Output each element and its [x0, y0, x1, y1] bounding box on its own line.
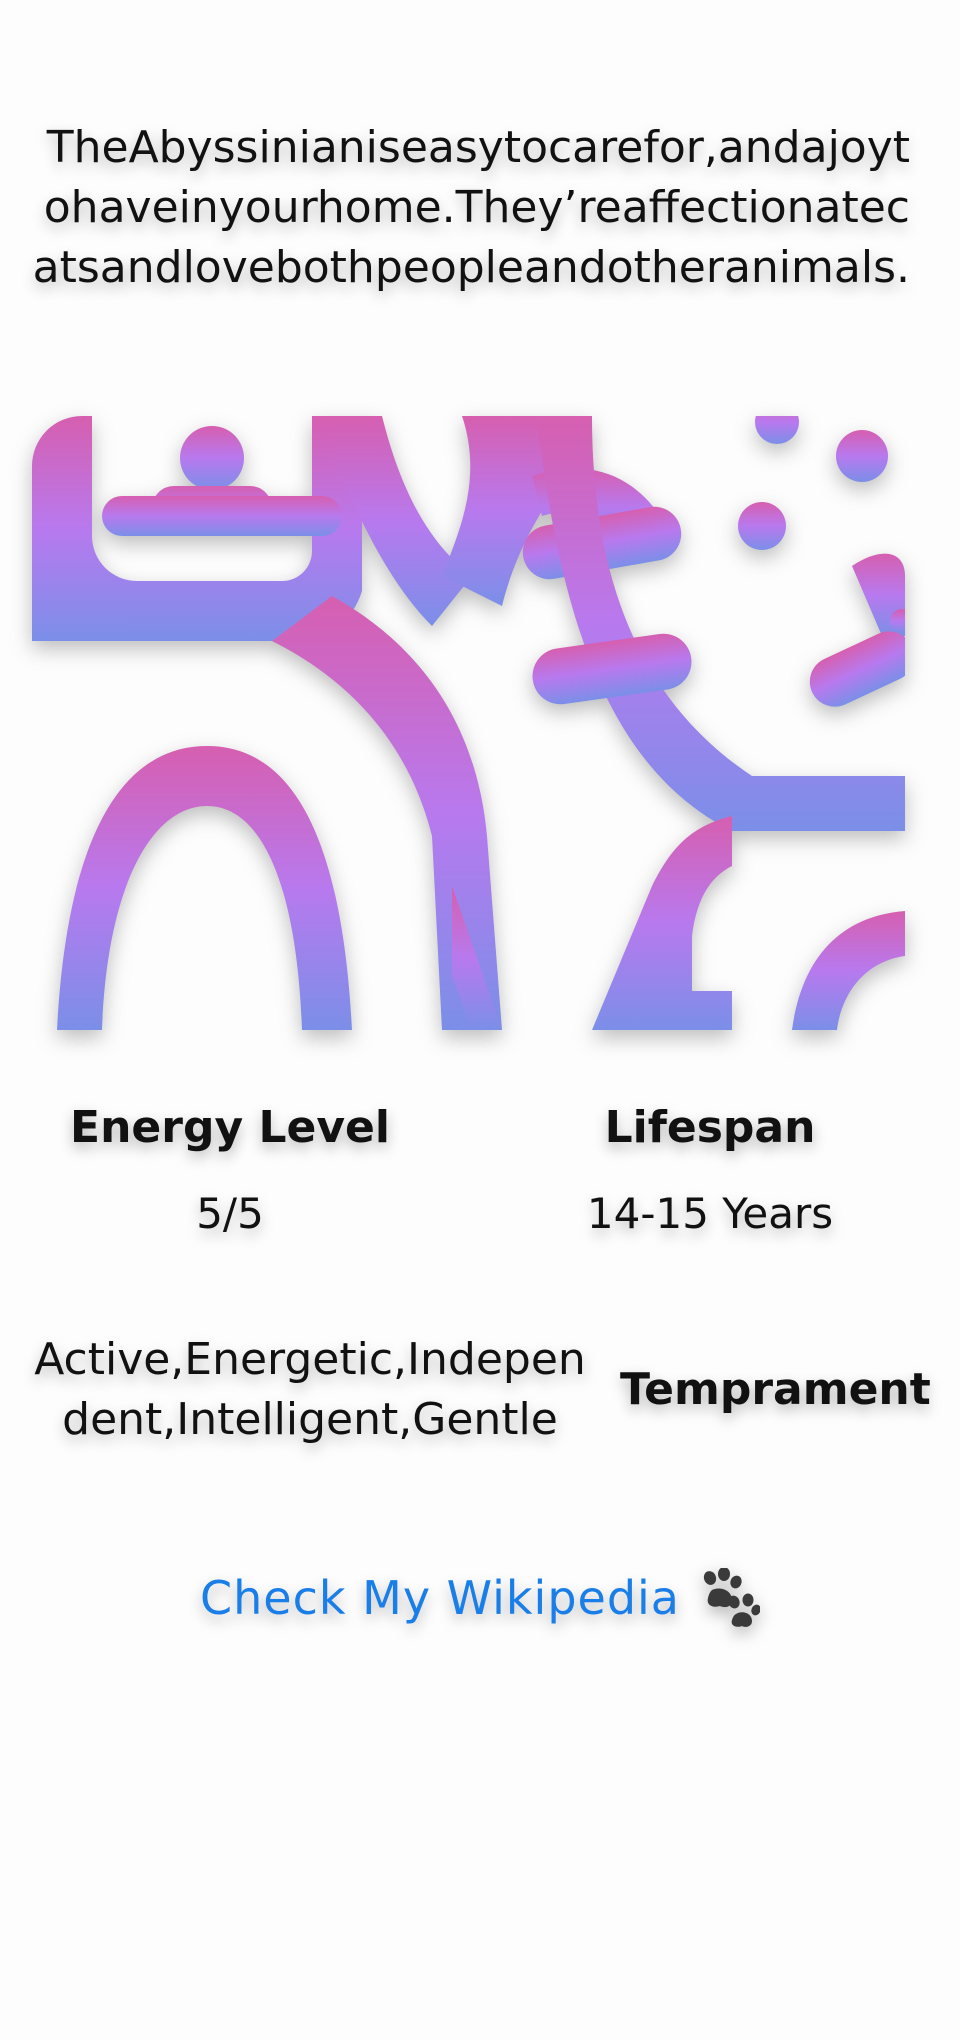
paw-print-icon: [703, 1567, 760, 1627]
abstract-cat-pattern-image: [32, 416, 905, 1030]
energy-level-stat: Energy Level 5/5: [40, 1100, 420, 1242]
lifespan-label: Lifespan: [604, 1102, 816, 1153]
lifespan-stat: Lifespan 14-15 Years: [520, 1100, 900, 1242]
temperament-label: Temprament: [620, 1364, 931, 1415]
temperament-value: Active,Energetic,Independent,Intelligent…: [34, 1334, 586, 1445]
energy-level-value: 5/5: [196, 1189, 264, 1238]
wikipedia-link[interactable]: Check My Wikipedia: [200, 1571, 680, 1625]
wikipedia-row: Check My Wikipedia: [0, 1566, 960, 1630]
energy-level-label: Energy Level: [70, 1102, 390, 1153]
breed-description: TheAbyssinianiseasytocarefor,andajoytoha…: [32, 122, 910, 293]
lifespan-value: 14-15 Years: [586, 1189, 834, 1238]
